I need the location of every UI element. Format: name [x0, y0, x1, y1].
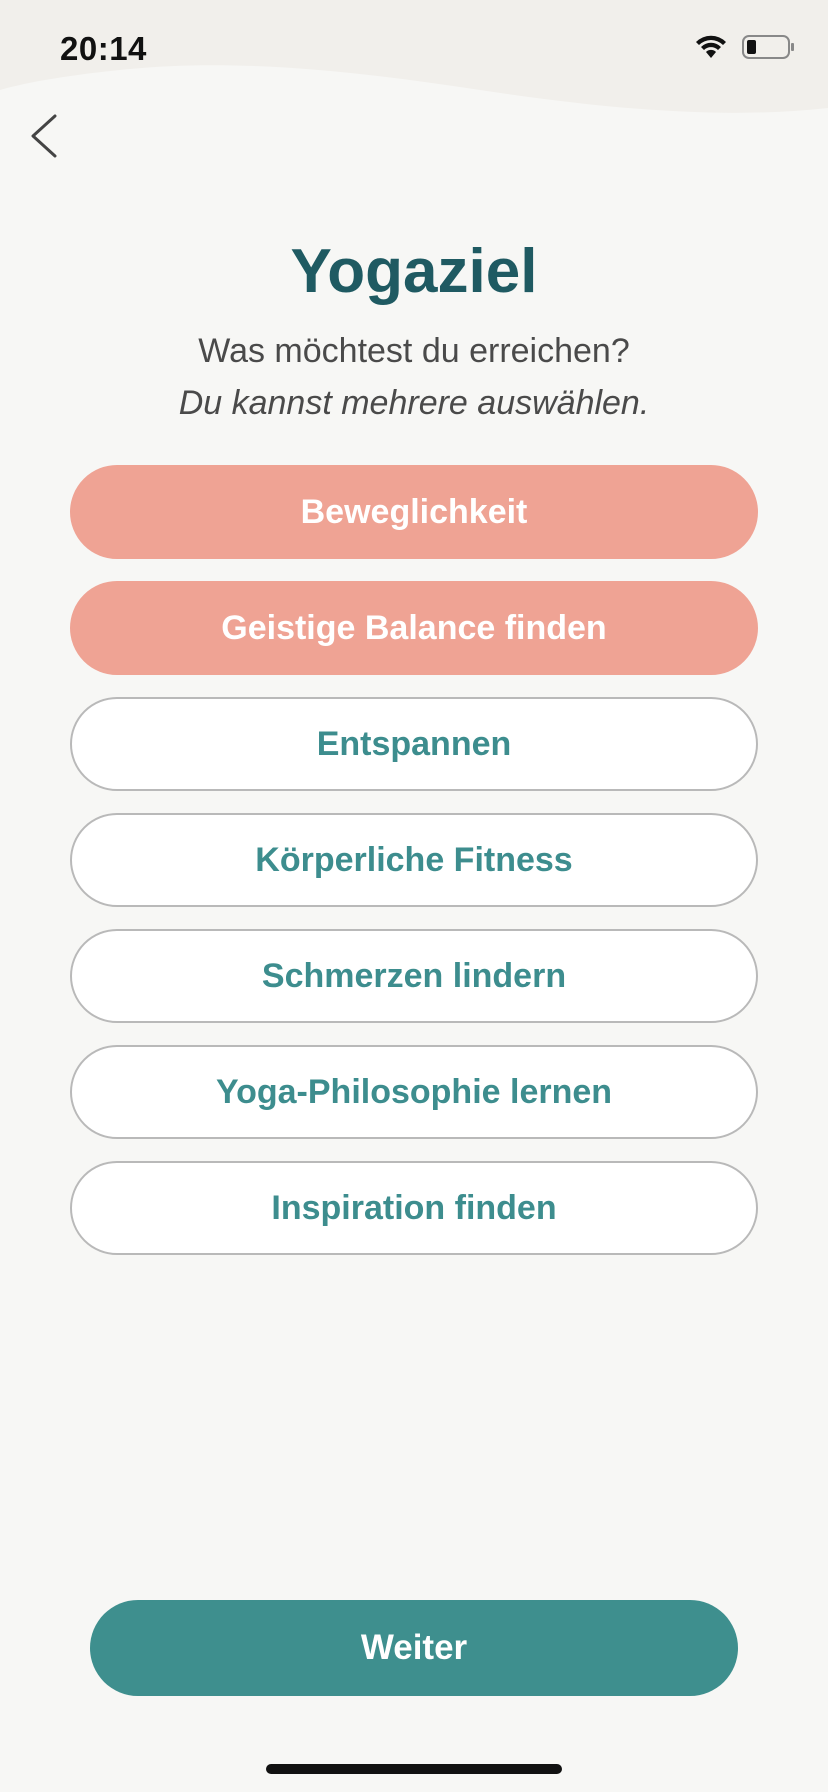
- goal-option-schmerzen-lindern[interactable]: Schmerzen lindern: [70, 929, 758, 1023]
- goal-option-yoga-philosophie[interactable]: Yoga-Philosophie lernen: [70, 1045, 758, 1139]
- goal-option-koerperliche-fitness[interactable]: Körperliche Fitness: [70, 813, 758, 907]
- goal-option-label: Geistige Balance finden: [221, 608, 607, 647]
- goal-option-label: Körperliche Fitness: [255, 840, 573, 879]
- status-icons: [694, 34, 796, 65]
- status-time: 20:14: [60, 30, 147, 67]
- wifi-icon: [694, 34, 728, 65]
- goal-option-label: Entspannen: [316, 724, 512, 763]
- goal-option-label: Schmerzen lindern: [261, 956, 567, 995]
- selection-hint: Du kannst mehrere auswählen.: [178, 384, 650, 422]
- home-indicator: [266, 1764, 562, 1774]
- chevron-left-icon: [27, 112, 61, 165]
- next-button-label: Weiter: [360, 1628, 468, 1667]
- goal-option-inspiration[interactable]: Inspiration finden: [70, 1161, 758, 1255]
- goal-options-list: Beweglichkeit Geistige Balance finden En…: [70, 465, 758, 1277]
- back-button[interactable]: [14, 108, 74, 168]
- page-title: Yogaziel: [290, 237, 538, 306]
- goal-option-entspannen[interactable]: Entspannen: [70, 697, 758, 791]
- next-button[interactable]: Weiter: [90, 1600, 738, 1696]
- goal-option-beweglichkeit[interactable]: Beweglichkeit: [70, 465, 758, 559]
- goal-option-label: Beweglichkeit: [300, 492, 528, 531]
- goal-option-geistige-balance[interactable]: Geistige Balance finden: [70, 581, 758, 675]
- status-bar: 20:14: [0, 0, 828, 100]
- battery-icon: [742, 34, 796, 65]
- page-subtitle: Was möchtest du erreichen?: [198, 332, 630, 370]
- goal-option-label: Inspiration finden: [271, 1188, 557, 1227]
- goal-option-label: Yoga-Philosophie lernen: [215, 1072, 613, 1111]
